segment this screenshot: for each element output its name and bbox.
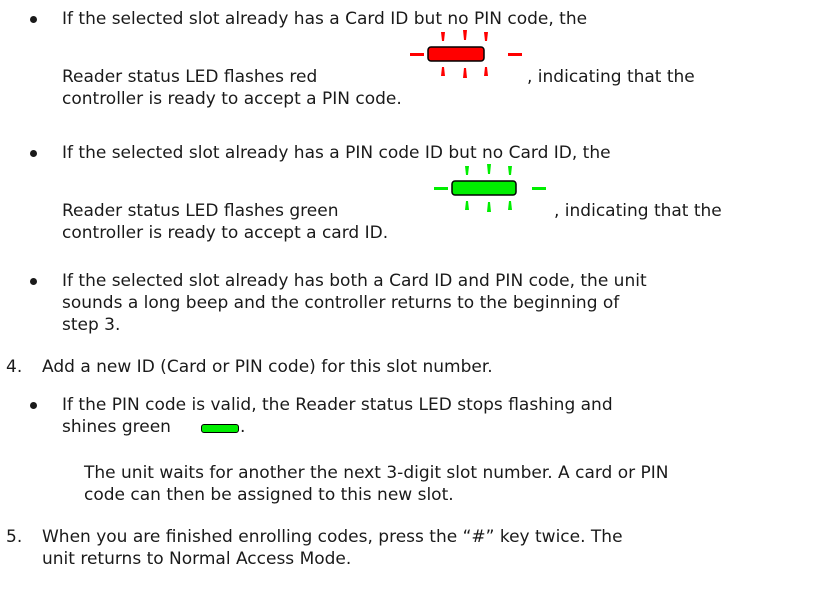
- bullet2-line2-post: , indicating that the: [554, 201, 722, 221]
- bullet-marker: [30, 150, 37, 157]
- bullet2-line2-pre: Reader status LED flashes green: [62, 201, 339, 221]
- note-line2: code can then be assigned to this new sl…: [84, 485, 454, 505]
- bullet1-line2-pre: Reader status LED flashes red: [62, 67, 318, 87]
- bullet3-line2: sounds a long beep and the controller re…: [62, 293, 620, 313]
- step5-line1: When you are finished enrolling codes, p…: [42, 527, 623, 547]
- green-steady-led-icon: [201, 424, 239, 433]
- step4-text: Add a new ID (Card or PIN code) for this…: [42, 357, 493, 377]
- step5-line2: unit returns to Normal Access Mode.: [42, 549, 352, 569]
- step5-number: 5.: [6, 527, 23, 547]
- bullet3-line1: If the selected slot already has both a …: [62, 271, 647, 291]
- bullet3-line3: step 3.: [62, 315, 121, 335]
- bullet2-line3: controller is ready to accept a card ID.: [62, 223, 389, 243]
- bullet4-line1: If the PIN code is valid, the Reader sta…: [62, 395, 613, 415]
- bullet1-line3: controller is ready to accept a PIN code…: [62, 89, 402, 109]
- bullet-marker: [30, 278, 37, 285]
- green-flashing-led-icon: [434, 164, 546, 212]
- bullet1-line1: If the selected slot already has a Card …: [62, 9, 588, 29]
- step4-number: 4.: [6, 357, 23, 377]
- bullet4-line2-post: .: [240, 417, 246, 437]
- red-flashing-led-icon: [410, 30, 522, 78]
- note-line1: The unit waits for another the next 3-di…: [84, 463, 669, 483]
- bullet-marker: [30, 16, 37, 23]
- bullet2-line1: If the selected slot already has a PIN c…: [62, 143, 611, 163]
- bullet-marker: [30, 402, 37, 409]
- bullet4-line2-pre: shines green: [62, 417, 171, 437]
- bullet1-line2-post: , indicating that the: [527, 67, 695, 87]
